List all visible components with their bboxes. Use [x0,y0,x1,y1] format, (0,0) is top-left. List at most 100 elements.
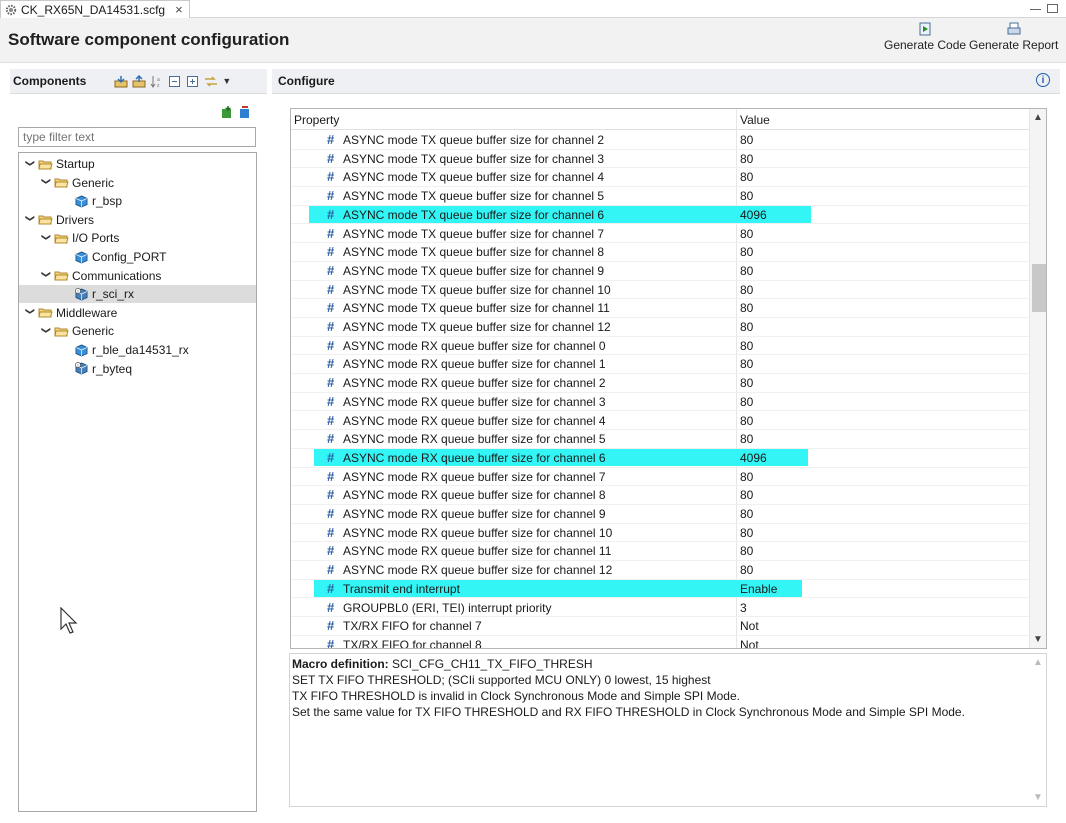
table-row[interactable]: # GROUPBL0 (ERI, TEI) interrupt priority 3 [291,598,1029,618]
table-scrollbar[interactable]: ▲ ▼ [1029,109,1046,648]
property-value[interactable]: 80 [740,170,753,184]
close-icon[interactable]: × [175,2,183,17]
table-row[interactable]: # ASYNC mode TX queue buffer size for cha… [291,224,1029,244]
property-value[interactable]: 80 [740,414,753,428]
scroll-down-icon[interactable]: ▼ [1033,792,1043,803]
property-value[interactable]: 80 [740,152,753,166]
editor-tab[interactable]: CK_RX65N_DA14531.scfg × [0,0,190,18]
property-value[interactable]: 80 [740,376,753,390]
property-value[interactable]: 3 [740,601,747,615]
table-row[interactable]: # ASYNC mode RX queue buffer size for cha… [291,354,1029,375]
tree-item[interactable]: Config_PORT [19,248,166,266]
property-value[interactable]: 80 [740,133,753,147]
property-value[interactable]: Enable [740,582,777,596]
chevron-down-icon[interactable]: ❯ [41,326,52,336]
maximize-icon[interactable] [1047,3,1058,13]
property-value[interactable]: 4096 [740,451,767,465]
table-row[interactable]: # ASYNC mode RX queue buffer size for cha… [291,429,1029,449]
chevron-down-icon[interactable]: ❯ [25,308,36,318]
property-value[interactable]: 80 [740,320,753,334]
table-row[interactable]: # TX/RX FIFO for channel 8 Not [291,635,1029,648]
description-scrollbar[interactable]: ▲ ▼ [1030,654,1046,806]
table-row[interactable]: # ASYNC mode TX queue buffer size for cha… [291,261,1029,281]
tree-item[interactable]: ! r_byteq [19,360,132,378]
property-value[interactable]: 80 [740,563,753,577]
table-row[interactable]: # ASYNC mode TX queue buffer size for cha… [291,317,1029,337]
table-row[interactable]: # ASYNC mode TX queue buffer size for cha… [291,149,1029,169]
table-row[interactable]: # ASYNC mode RX queue buffer size for cha… [291,523,1029,543]
property-value[interactable]: 80 [740,357,753,371]
table-row[interactable]: # ASYNC mode RX queue buffer size for cha… [291,392,1029,412]
table-row[interactable]: # ASYNC mode RX queue buffer size for cha… [291,467,1029,487]
tree-item[interactable]: ❯ Generic [19,322,115,340]
table-row[interactable]: # ASYNC mode RX queue buffer size for cha… [291,448,1029,468]
generate-report-button[interactable]: Generate Report [969,22,1058,52]
table-row[interactable]: # ASYNC mode TX queue buffer size for cha… [291,298,1029,318]
scroll-up-icon[interactable]: ▲ [1033,112,1043,123]
collapse-all-icon[interactable] [168,75,182,88]
property-value[interactable]: 80 [740,507,753,521]
chevron-down-icon[interactable]: ❯ [41,233,52,243]
table-row[interactable]: # ASYNC mode RX queue buffer size for cha… [291,411,1029,431]
table-row[interactable]: # TX/RX FIFO for channel 7 Not [291,616,1029,636]
table-row[interactable]: # ASYNC mode TX queue buffer size for cha… [291,280,1029,300]
table-row[interactable]: # ASYNC mode TX queue buffer size for cha… [291,242,1029,262]
chevron-down-icon[interactable]: ▼ [222,76,231,86]
import-icon[interactable] [114,75,128,88]
property-value[interactable]: 4096 [740,208,767,222]
property-column-header[interactable]: Property [294,113,339,127]
property-value[interactable]: 80 [740,395,753,409]
add-remove-component-icons[interactable] [220,105,252,119]
table-row[interactable]: # ASYNC mode TX queue buffer size for cha… [291,186,1029,206]
property-value[interactable]: 80 [740,432,753,446]
tree-item[interactable]: ! r_sci_rx [19,285,256,304]
chevron-down-icon[interactable]: ❯ [41,178,52,188]
table-row[interactable]: # Transmit end interrupt Enable [291,579,1029,599]
scrollbar-thumb[interactable] [1032,264,1046,312]
chevron-down-icon[interactable]: ❯ [25,215,36,225]
expand-all-icon[interactable] [186,75,200,88]
table-row[interactable]: # ASYNC mode RX queue buffer size for cha… [291,373,1029,393]
export-icon[interactable] [132,74,146,88]
tree-item[interactable]: ❯ Startup [19,155,95,173]
property-value[interactable]: Not [740,619,759,633]
property-value[interactable]: 80 [740,189,753,203]
property-value[interactable]: 80 [740,526,753,540]
table-row[interactable]: # ASYNC mode RX queue buffer size for cha… [291,504,1029,524]
table-row[interactable]: # ASYNC mode TX queue buffer size for cha… [291,167,1029,188]
tree-item[interactable]: ❯ Drivers [19,211,95,229]
tree-item[interactable]: r_bsp [19,192,122,210]
scroll-up-icon[interactable]: ▲ [1033,657,1043,668]
table-row[interactable]: # ASYNC mode TX queue buffer size for cha… [291,205,1029,225]
property-value[interactable]: 80 [740,488,753,502]
property-value[interactable]: 80 [740,470,753,484]
property-value[interactable]: 80 [740,283,753,297]
table-row[interactable]: # ASYNC mode RX queue buffer size for cha… [291,485,1029,505]
info-icon[interactable]: i [1036,73,1050,87]
table-row[interactable]: # ASYNC mode RX queue buffer size for cha… [291,541,1029,562]
table-row[interactable]: # ASYNC mode TX queue buffer size for cha… [291,130,1029,150]
scroll-down-icon[interactable]: ▼ [1033,634,1043,645]
chevron-down-icon[interactable]: ❯ [41,271,52,281]
components-filter-input[interactable] [18,127,256,147]
property-value[interactable]: Not [740,638,759,648]
property-value[interactable]: 80 [740,264,753,278]
table-row[interactable]: # ASYNC mode RX queue buffer size for cha… [291,336,1029,356]
generate-code-button[interactable]: Generate Code [884,22,966,52]
property-value[interactable]: 80 [740,301,753,315]
tree-item[interactable]: ❯ I/O Ports [19,229,120,247]
property-value[interactable]: 80 [740,339,753,353]
property-value[interactable]: 80 [740,245,753,259]
value-column-header[interactable]: Value [740,113,770,127]
property-value[interactable]: 80 [740,227,753,241]
tree-item[interactable]: ❯ Communications [19,267,162,285]
tree-item[interactable]: r_ble_da14531_rx [19,341,189,359]
tree-item[interactable]: ❯ Generic [19,174,115,192]
chevron-down-icon[interactable]: ❯ [25,159,36,169]
link-icon[interactable] [204,75,218,88]
table-row[interactable]: # ASYNC mode RX queue buffer size for cha… [291,560,1029,580]
sort-icon[interactable]: az [150,75,164,88]
property-value[interactable]: 80 [740,544,753,558]
tree-item[interactable]: ❯ Middleware [19,304,118,322]
minimize-icon[interactable] [1030,8,1041,12]
